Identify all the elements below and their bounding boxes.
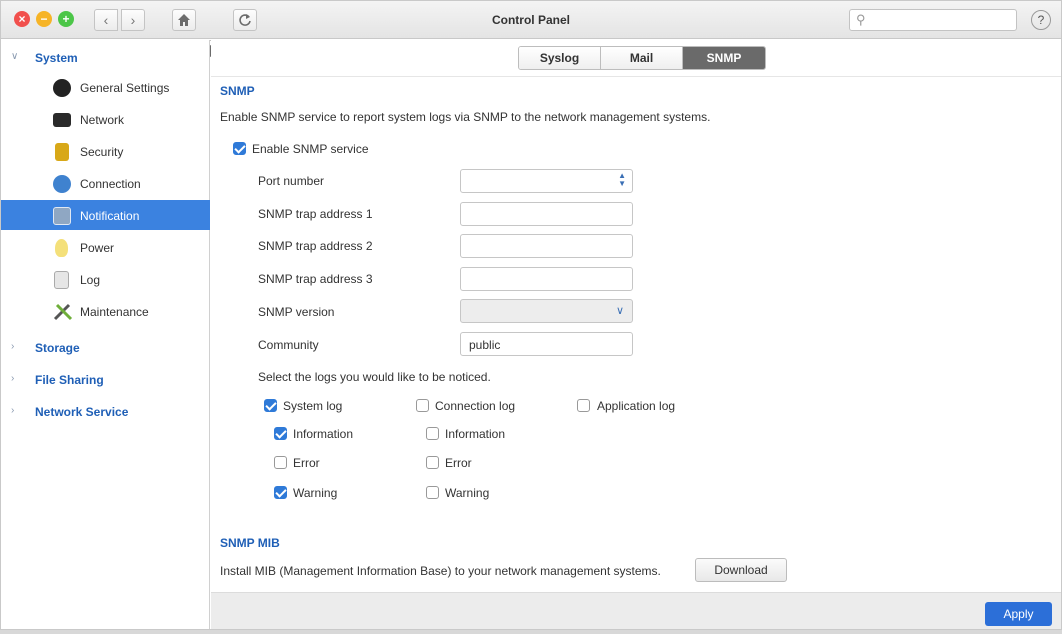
mib-heading: SNMP MIB	[220, 536, 280, 550]
sidebar-item-label: Maintenance	[80, 305, 149, 319]
lightbulb-icon	[55, 239, 68, 257]
application-log-label: Application log	[597, 399, 676, 413]
sidebar-item-label: Security	[80, 145, 124, 159]
control-panel-window: × − + ‹ › Control Panel ⚲ ? ∨ System Gen…	[0, 0, 1062, 630]
sidebar-section-system[interactable]: ∨ System	[1, 44, 210, 72]
system-warning-label: Warning	[293, 486, 338, 500]
sidebar-item-maintenance[interactable]: Maintenance	[1, 296, 210, 326]
sidebar-section-network-service[interactable]: › Network Service	[1, 398, 210, 426]
mib-description: Install MIB (Management Information Base…	[220, 564, 661, 578]
sidebar-section-storage[interactable]: › Storage	[1, 334, 210, 362]
sidebar-item-power[interactable]: Power	[1, 232, 210, 262]
sidebar-item-general-settings[interactable]: General Settings	[1, 72, 210, 102]
search-input[interactable]: ⚲	[849, 9, 1017, 31]
community-label: Community	[258, 338, 319, 352]
connection-error-checkbox[interactable]	[426, 456, 439, 469]
connection-error-label: Error	[445, 456, 472, 470]
sidebar-item-label: Notification	[80, 209, 140, 223]
system-information-label: Information	[293, 427, 354, 441]
sidebar-section-label: System	[35, 51, 78, 65]
community-input[interactable]: public	[460, 332, 633, 356]
snmp-heading: SNMP	[220, 84, 255, 98]
trap-address-1-label: SNMP trap address 1	[258, 207, 373, 221]
enable-snmp-checkbox[interactable]	[233, 142, 246, 155]
help-button[interactable]: ?	[1031, 10, 1051, 30]
connection-log-checkbox[interactable]	[416, 399, 429, 412]
connection-warning-label: Warning	[445, 486, 490, 500]
network-icon	[53, 113, 71, 127]
sidebar-item-notification[interactable]: Notification	[1, 200, 210, 230]
connection-warning-checkbox[interactable]	[426, 486, 439, 499]
divider	[211, 76, 1061, 77]
system-information-checkbox[interactable]	[274, 427, 287, 440]
stepper-icon[interactable]: ▲ ▼	[618, 172, 626, 188]
logs-prompt: Select the logs you would like to be not…	[258, 370, 491, 384]
sidebar-section-label: File Sharing	[35, 373, 104, 387]
sidebar-item-log[interactable]: Log	[1, 264, 210, 294]
sidebar-item-network[interactable]: Network	[1, 104, 210, 134]
title-bar: × − + ‹ › Control Panel ⚲ ?	[1, 1, 1061, 629]
download-button[interactable]: Download	[695, 558, 787, 582]
sidebar-item-label: Connection	[80, 177, 141, 191]
system-error-label: Error	[293, 456, 320, 470]
main-content: Syslog Mail SNMP SNMP Enable SNMP servic…	[211, 40, 1061, 629]
connection-log-label: Connection log	[435, 399, 516, 413]
application-log-checkbox[interactable]	[577, 399, 590, 412]
trap-address-1-input[interactable]	[460, 202, 633, 226]
system-error-checkbox[interactable]	[274, 456, 287, 469]
tab-mail[interactable]: Mail	[601, 47, 683, 69]
system-log-label: System log	[283, 399, 343, 413]
snmp-description: Enable SNMP service to report system log…	[220, 110, 711, 124]
community-value: public	[469, 338, 501, 352]
connection-information-label: Information	[445, 427, 506, 441]
chevron-down-icon: ∨	[615, 305, 624, 317]
trap-address-3-label: SNMP trap address 3	[258, 272, 373, 286]
help-icon: ?	[1037, 13, 1045, 27]
search-icon: ⚲	[856, 12, 866, 27]
trap-address-3-input[interactable]	[460, 267, 633, 291]
sidebar-item-label: Log	[80, 273, 101, 287]
sidebar-section-label: Network Service	[35, 405, 129, 419]
footer-bar: Apply	[211, 592, 1061, 629]
notification-icon	[53, 207, 71, 225]
chevron-right-icon: ›	[11, 373, 15, 384]
apply-button[interactable]: Apply	[985, 602, 1052, 626]
trap-address-2-input[interactable]	[460, 234, 633, 258]
tools-icon	[53, 303, 73, 321]
system-warning-checkbox[interactable]	[274, 486, 287, 499]
connection-information-checkbox[interactable]	[426, 427, 439, 440]
globe-icon	[53, 175, 71, 193]
sidebar-item-label: Network	[80, 113, 125, 127]
sidebar-section-file-sharing[interactable]: › File Sharing	[1, 366, 210, 394]
sidebar-item-label: Power	[80, 241, 115, 255]
enable-snmp-label: Enable SNMP service	[252, 142, 369, 156]
tab-bar: Syslog Mail SNMP	[518, 46, 766, 70]
tab-snmp[interactable]: SNMP	[683, 47, 765, 69]
port-number-label: Port number	[258, 174, 325, 188]
sidebar-item-security[interactable]: Security	[1, 136, 210, 166]
gear-icon	[53, 79, 71, 97]
port-number-input[interactable]: ▲ ▼	[460, 169, 633, 193]
system-log-checkbox[interactable]	[264, 399, 277, 412]
chevron-right-icon: ›	[11, 341, 15, 352]
sidebar-item-label: General Settings	[80, 81, 170, 95]
trap-address-2-label: SNMP trap address 2	[258, 239, 373, 253]
snmp-version-select[interactable]: ∨	[460, 299, 633, 323]
sidebar: ∨ System General Settings Network Securi…	[1, 40, 210, 629]
snmp-version-label: SNMP version	[258, 305, 335, 319]
sidebar-item-connection[interactable]: Connection	[1, 168, 210, 198]
chevron-down-icon: ∨	[11, 51, 19, 62]
tab-syslog[interactable]: Syslog	[519, 47, 601, 69]
sidebar-section-label: Storage	[35, 341, 80, 355]
lock-icon	[55, 143, 69, 161]
log-icon	[54, 271, 69, 289]
chevron-right-icon: ›	[11, 405, 15, 416]
